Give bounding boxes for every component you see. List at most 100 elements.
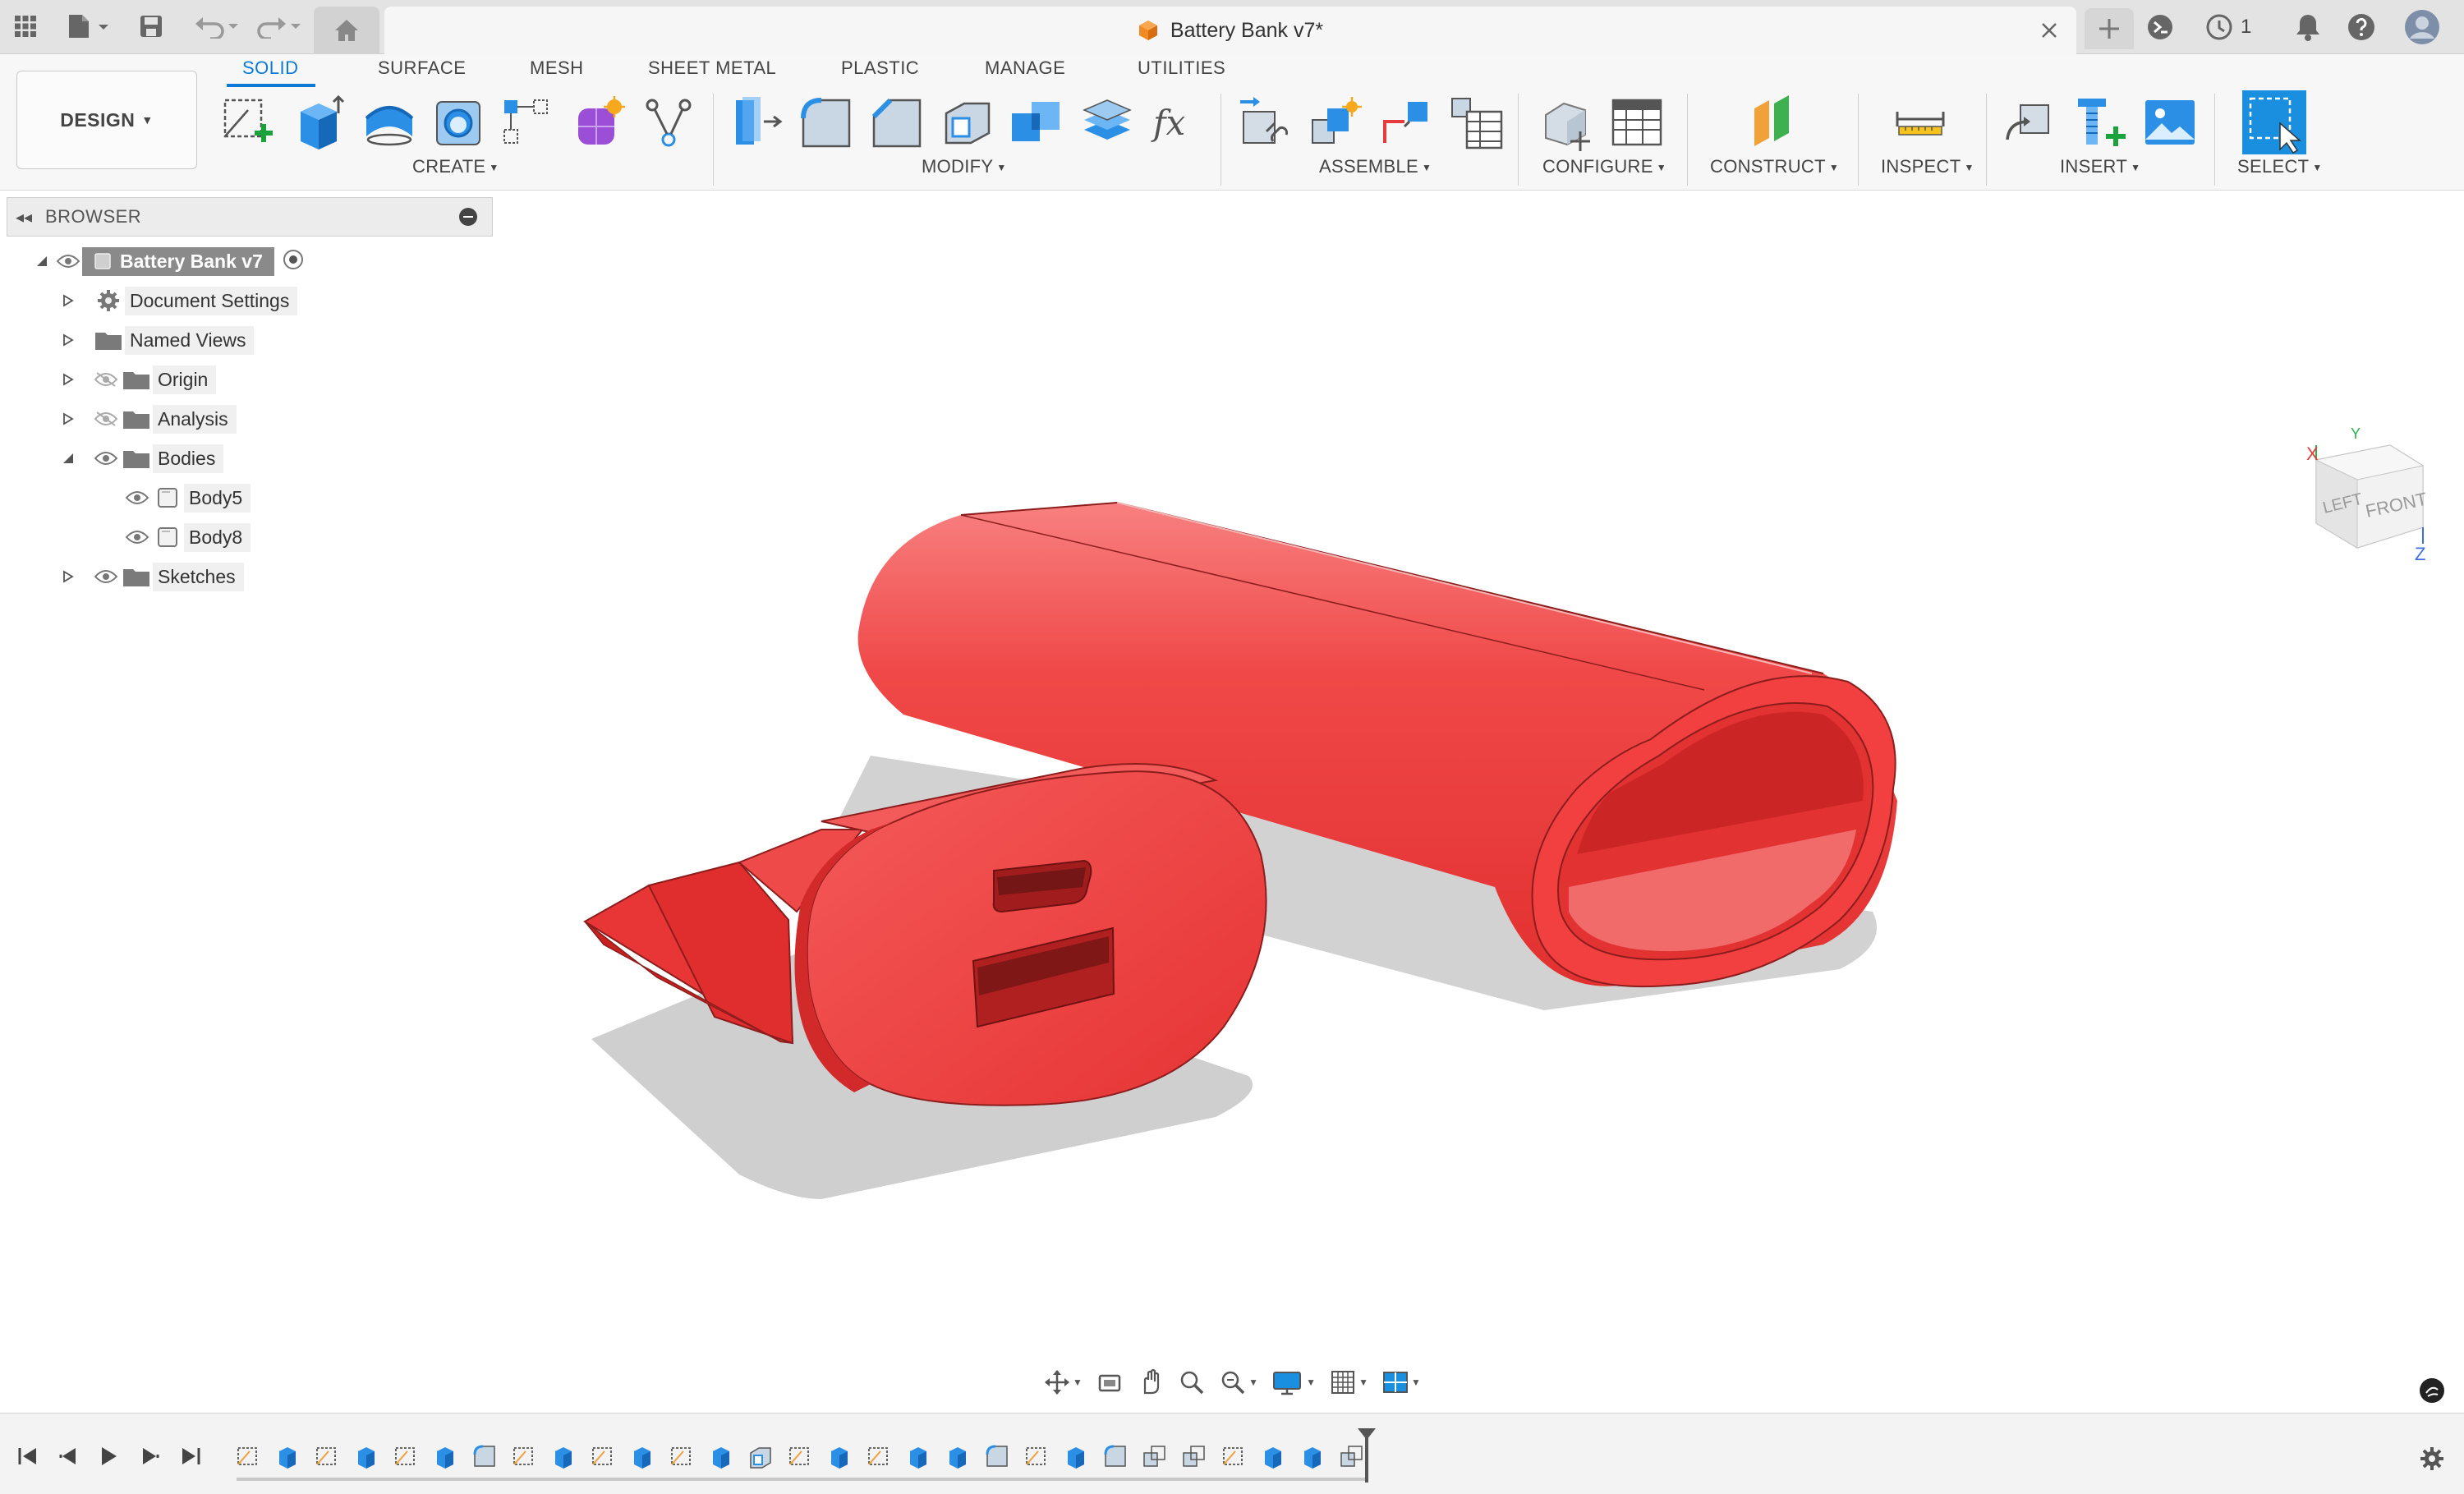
sketch-feature-icon[interactable]: [511, 1443, 537, 1469]
extrude-feature-icon[interactable]: [353, 1443, 379, 1469]
chamfer-icon[interactable]: [867, 94, 926, 153]
sketch-feature-icon[interactable]: [235, 1443, 261, 1469]
minimize-panel-icon[interactable]: [459, 208, 477, 226]
expand-triangle-icon[interactable]: [56, 367, 80, 392]
visibility-eye-icon[interactable]: [123, 485, 151, 510]
offset-plane-icon[interactable]: [1743, 94, 1802, 153]
tree-item-document-settings[interactable]: Document Settings: [56, 283, 298, 319]
extrude-icon[interactable]: [289, 94, 348, 153]
fillet-feature-icon[interactable]: [471, 1443, 498, 1469]
look-at-button[interactable]: [1096, 1368, 1124, 1396]
insert-mcmaster-icon[interactable]: [2071, 94, 2131, 153]
select-window-icon[interactable]: [2242, 90, 2306, 154]
home-tab[interactable]: [314, 7, 379, 54]
assemble-menu[interactable]: ASSEMBLE ▼: [1319, 156, 1432, 177]
joint-icon[interactable]: [1377, 94, 1436, 153]
timeline-next-button[interactable]: [133, 1440, 166, 1473]
apps-grid-icon[interactable]: [10, 10, 41, 43]
select-menu[interactable]: SELECT ▼: [2237, 156, 2323, 177]
display-settings-button[interactable]: ▼: [1271, 1368, 1316, 1396]
workspace-switcher[interactable]: DESIGN ▼: [16, 71, 197, 169]
sketch-feature-icon[interactable]: [866, 1443, 892, 1469]
help-icon[interactable]: [2347, 12, 2376, 42]
tree-item-body8[interactable]: Body8: [123, 519, 251, 555]
sketch-feature-icon[interactable]: [669, 1443, 695, 1469]
insert-menu[interactable]: INSERT ▼: [2060, 156, 2140, 177]
viewports-button[interactable]: ▼: [1381, 1368, 1421, 1396]
file-menu-icon[interactable]: [62, 10, 112, 43]
view-cube[interactable]: LEFT FRONT X Y Z: [2292, 421, 2431, 560]
tree-item-sketches[interactable]: Sketches: [56, 559, 244, 595]
collapse-panel-icon[interactable]: ◂◂: [16, 207, 39, 228]
visibility-eye-icon[interactable]: [92, 446, 120, 471]
sketch-feature-icon[interactable]: [393, 1443, 419, 1469]
derive-icon[interactable]: [639, 94, 698, 153]
fillet-icon[interactable]: [797, 94, 856, 153]
fit-button[interactable]: ▼: [1219, 1368, 1258, 1396]
sketch-feature-icon[interactable]: [590, 1443, 616, 1469]
3d-canvas[interactable]: LEFT FRONT X Y Z: [0, 191, 2464, 1412]
extrude-feature-icon[interactable]: [945, 1443, 971, 1469]
extrude-feature-icon[interactable]: [1260, 1443, 1286, 1469]
visibility-eye-icon[interactable]: [54, 249, 82, 274]
save-icon[interactable]: [136, 10, 166, 43]
pan-button[interactable]: [1137, 1368, 1165, 1396]
extrude-feature-icon[interactable]: [826, 1443, 853, 1469]
tree-item-named-views[interactable]: Named Views: [56, 322, 255, 358]
document-tab[interactable]: Battery Bank v7*: [384, 7, 2076, 54]
collapse-triangle-icon[interactable]: [56, 446, 80, 471]
fillet-feature-icon[interactable]: [984, 1443, 1010, 1469]
shell-feature-icon[interactable]: [747, 1443, 774, 1469]
combine-feature-icon[interactable]: [1181, 1443, 1207, 1469]
text-commands-icon[interactable]: [2418, 1377, 2446, 1404]
extrude-feature-icon[interactable]: [432, 1443, 458, 1469]
timeline-previous-button[interactable]: [53, 1440, 85, 1473]
sketch-feature-icon[interactable]: [314, 1443, 340, 1469]
expand-triangle-icon[interactable]: [56, 564, 80, 589]
close-tab-icon[interactable]: [2037, 18, 2062, 43]
shell-icon[interactable]: [938, 94, 997, 153]
parameters-fx-icon[interactable]: fx: [1148, 94, 1207, 153]
extrude-feature-icon[interactable]: [629, 1443, 655, 1469]
tab-plastic[interactable]: PLASTIC: [841, 57, 919, 79]
user-avatar-icon[interactable]: [2404, 9, 2440, 45]
configuration-table-icon[interactable]: [1608, 94, 1667, 153]
tree-item-origin[interactable]: Origin: [56, 361, 217, 398]
measure-icon[interactable]: [1891, 94, 1950, 153]
job-status-icon[interactable]: [2204, 12, 2234, 42]
tab-utilities[interactable]: UTILITIES: [1138, 57, 1225, 79]
timeline-last-button[interactable]: [174, 1440, 207, 1473]
create-sketch-icon[interactable]: [218, 94, 278, 153]
visibility-eye-icon[interactable]: [92, 564, 120, 589]
form-icon[interactable]: [568, 94, 627, 153]
bill-of-materials-icon[interactable]: [1447, 94, 1506, 153]
fillet-feature-icon[interactable]: [1102, 1443, 1129, 1469]
extrude-feature-icon[interactable]: [550, 1443, 577, 1469]
tab-surface[interactable]: SURFACE: [378, 57, 466, 79]
tree-item-bodies[interactable]: Bodies: [56, 440, 224, 476]
expand-triangle-icon[interactable]: [56, 407, 80, 431]
offset-face-icon[interactable]: [1078, 94, 1137, 153]
tab-mesh[interactable]: MESH: [530, 57, 584, 79]
collapse-triangle-icon[interactable]: [30, 249, 54, 274]
timeline-play-button[interactable]: [92, 1440, 125, 1473]
modify-menu[interactable]: MODIFY ▼: [922, 156, 1007, 177]
revolve-icon[interactable]: [360, 94, 419, 153]
insert-derive-icon[interactable]: [2001, 94, 2060, 153]
combine-feature-icon[interactable]: [1339, 1443, 1365, 1469]
construct-menu[interactable]: CONSTRUCT ▼: [1710, 156, 1839, 177]
extrude-feature-icon[interactable]: [274, 1443, 301, 1469]
tab-solid[interactable]: SOLID: [242, 57, 299, 79]
sketch-feature-icon[interactable]: [1023, 1443, 1050, 1469]
zoom-button[interactable]: [1178, 1368, 1206, 1396]
root-component-label[interactable]: Battery Bank v7: [82, 246, 274, 276]
extrude-feature-icon[interactable]: [1063, 1443, 1089, 1469]
extensions-icon[interactable]: [2145, 12, 2175, 42]
redo-icon[interactable]: [255, 10, 304, 43]
extrude-feature-icon[interactable]: [1299, 1443, 1326, 1469]
hidden-eye-icon[interactable]: [92, 367, 120, 392]
rectangular-pattern-icon[interactable]: [498, 94, 557, 153]
extrude-feature-icon[interactable]: [905, 1443, 931, 1469]
tab-manage[interactable]: MANAGE: [985, 57, 1065, 79]
timeline-settings-gear-icon[interactable]: [2418, 1445, 2446, 1473]
